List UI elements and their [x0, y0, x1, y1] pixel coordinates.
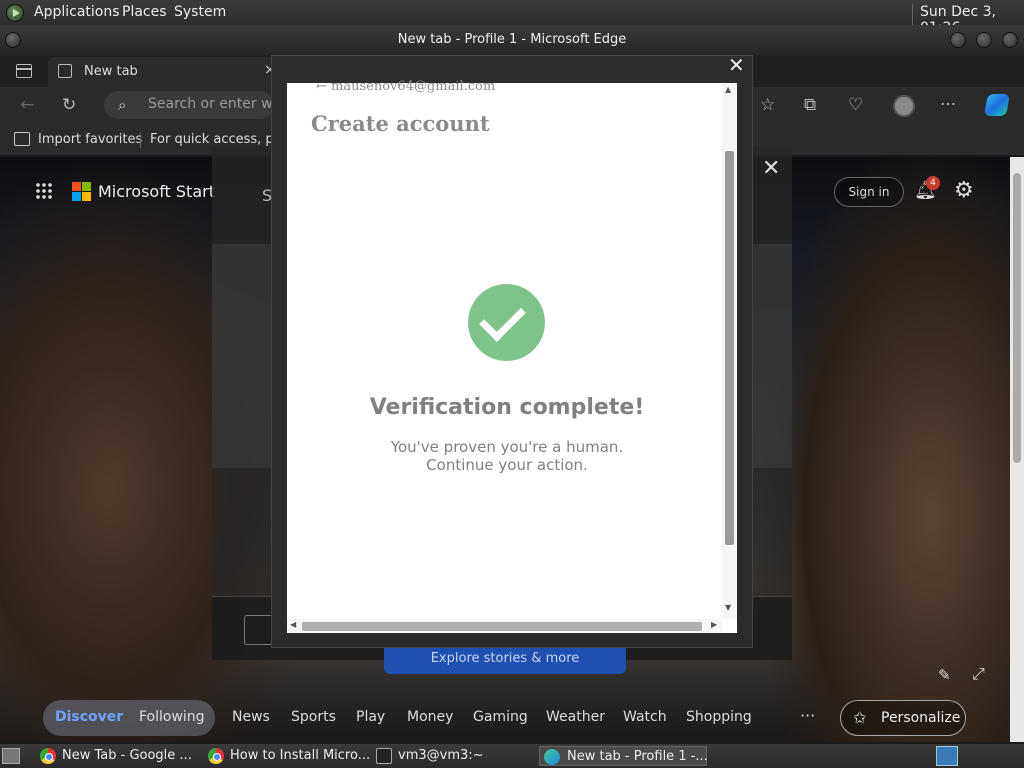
more-icon[interactable]: ··· [800, 706, 815, 725]
nav-play[interactable]: Play [356, 709, 385, 725]
nav-weather[interactable]: Weather [546, 709, 605, 725]
search-icon: ⌕ [118, 96, 127, 114]
task-label: New tab - Profile 1 -... [567, 749, 708, 764]
personalize-label: Personalize [881, 710, 961, 726]
scroll-down-icon[interactable]: ▼ [725, 603, 731, 612]
task-label: How to Install Micro... [230, 748, 371, 763]
popup-close-icon[interactable]: ✕ [728, 53, 745, 77]
divider [140, 132, 141, 148]
import-icon[interactable] [14, 132, 30, 146]
close-window-icon[interactable] [1002, 32, 1018, 48]
maximize-icon[interactable] [976, 32, 992, 48]
nav-discover[interactable]: Discover [55, 709, 123, 725]
edit-icon[interactable]: ✎ [938, 666, 951, 684]
import-favorites-link[interactable]: Import favorites [38, 132, 142, 147]
refresh-icon[interactable]: ↻ [62, 95, 76, 115]
nav-sports[interactable]: Sports [291, 709, 336, 725]
microsoft-logo-icon [72, 182, 91, 201]
profile-avatar[interactable] [893, 95, 915, 117]
page-scrollbar-thumb[interactable] [1013, 173, 1021, 463]
address-bar[interactable]: ⌕ Search or enter web address [104, 91, 274, 119]
page-scrollbar[interactable] [1010, 157, 1024, 742]
chrome-icon [40, 748, 56, 764]
window-title: New tab - Profile 1 - Microsoft Edge [397, 32, 627, 47]
popup-vertical-scrollbar[interactable]: ▲ ▼ [722, 83, 737, 619]
checkmark-icon [468, 284, 545, 361]
nav-money[interactable]: Money [407, 709, 453, 725]
window-title-bar[interactable]: New tab - Profile 1 - Microsoft Edge [0, 25, 1024, 55]
sparkle-icon: ✩ [853, 708, 867, 727]
page-icon [58, 64, 72, 78]
menu-places[interactable]: Places [122, 4, 167, 20]
modal-close-icon[interactable]: ✕ [762, 156, 780, 181]
menu-system[interactable]: System [174, 4, 226, 20]
minimize-icon[interactable] [950, 32, 966, 48]
create-account-title: Create account [311, 111, 490, 136]
notification-badge: 4 [926, 176, 940, 190]
tab-actions-icon[interactable] [16, 64, 32, 78]
show-desktop-icon[interactable] [2, 748, 20, 764]
popup-horizontal-scrollbar[interactable]: ◀ ▶ [287, 619, 722, 633]
back-arrow-icon[interactable]: ← [20, 95, 34, 115]
favorites-star-icon[interactable]: ☆ [760, 95, 775, 115]
nav-following[interactable]: Following [139, 709, 205, 725]
task-terminal[interactable]: vm3@vm3:~ [376, 746, 536, 766]
more-menu-icon[interactable]: ··· [940, 95, 956, 115]
chrome-icon [208, 748, 224, 764]
personalize-button[interactable]: ✩ Personalize [840, 700, 966, 736]
explore-stories-button[interactable]: Explore stories & more [384, 648, 626, 674]
popup-scrollbar-thumb[interactable] [725, 151, 734, 545]
verification-title: Verification complete! [369, 395, 645, 420]
window-menu-icon[interactable] [5, 32, 21, 48]
nav-shopping[interactable]: Shopping [686, 709, 752, 725]
collections-icon[interactable]: ⧉ [804, 95, 816, 115]
workspace-switcher[interactable] [936, 746, 958, 766]
task-edge[interactable]: New tab - Profile 1 -... [539, 746, 708, 766]
tab-new-tab[interactable]: New tab × [48, 57, 282, 87]
nav-news[interactable]: News [232, 709, 270, 725]
scroll-right-icon[interactable]: ▶ [711, 620, 717, 629]
sign-in-button[interactable]: Sign in [834, 177, 904, 207]
task-chrome-install[interactable]: How to Install Micro... [208, 746, 371, 766]
task-chrome-new-tab[interactable]: New Tab - Google ... [40, 746, 200, 766]
distro-logo-icon[interactable] [6, 4, 24, 22]
favorites-hint: For quick access, place your favorites h… [150, 132, 276, 147]
back-arrow-icon: ← [316, 79, 332, 94]
edge-icon [544, 749, 560, 765]
popup-content: ← mausenov64@gmail.com Create account Ve… [287, 79, 737, 633]
back-link[interactable]: ← mausenov64@gmail.com [316, 79, 495, 94]
gear-icon[interactable]: ⚙ [954, 178, 974, 203]
menu-applications[interactable]: Applications [34, 4, 120, 20]
nav-gaming[interactable]: Gaming [473, 709, 528, 725]
verification-message-line2: Continue your action. [426, 456, 588, 474]
address-placeholder: Search or enter web address [148, 96, 274, 112]
popup-hscroll-thumb[interactable] [302, 622, 702, 631]
task-label: vm3@vm3:~ [398, 748, 484, 763]
app-launcher-icon[interactable] [35, 182, 53, 200]
verification-message-line1: You've proven you're a human. [390, 438, 624, 456]
feed-nav-bar: Discover Following News Sports Play Mone… [0, 698, 1010, 738]
browser-essentials-icon[interactable]: ♡ [848, 95, 863, 115]
top-panel: Applications Places System Sun Dec 3, 01… [0, 0, 1024, 36]
terminal-icon [376, 748, 392, 764]
taskbar: New Tab - Google ... How to Install Micr… [0, 744, 1024, 768]
scroll-up-icon[interactable]: ▲ [725, 85, 731, 94]
verification-popup: ✕ ← mausenov64@gmail.com Create account … [271, 53, 753, 648]
expand-icon[interactable]: ⤢ [972, 664, 985, 684]
nav-watch[interactable]: Watch [623, 709, 667, 725]
scroll-left-icon[interactable]: ◀ [290, 620, 296, 629]
tab-label: New tab [84, 64, 138, 79]
task-label: New Tab - Google ... [62, 748, 192, 763]
brand-name[interactable]: Microsoft Start [98, 182, 215, 201]
account-email: mausenov64@gmail.com [331, 79, 496, 94]
